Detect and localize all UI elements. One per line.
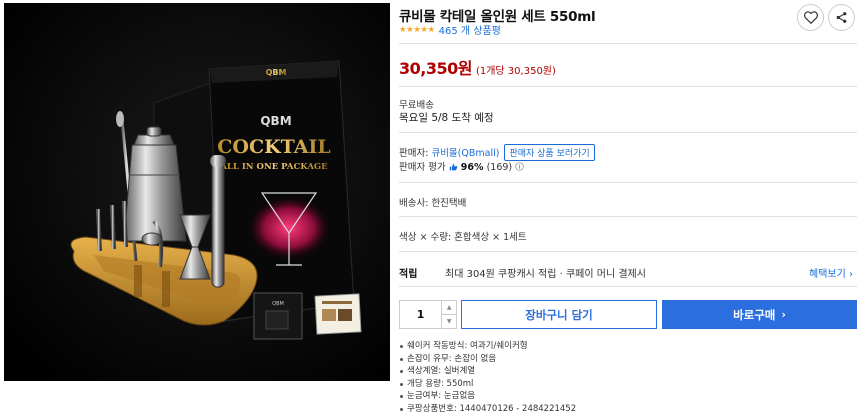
points-label: 적립 xyxy=(399,269,418,280)
chevron-right-icon: › xyxy=(781,308,786,321)
divider xyxy=(399,43,857,44)
spec-item: 손잡이 유무: 손잡이 없음 xyxy=(399,353,576,366)
rating-row: ★★★★★ 465 개 상품평 xyxy=(399,22,501,38)
shipping-type: 무료배송 xyxy=(399,100,434,111)
quantity-stepper[interactable]: 1 ▲ ▼ xyxy=(399,300,457,329)
seller-rating-count: (169) xyxy=(486,162,513,173)
box-title: COCKTAIL xyxy=(217,136,330,158)
seller-name-link[interactable]: 큐비몰(QBmall) xyxy=(431,148,499,159)
price-row: 30,350원 (1개당 30,350원) xyxy=(399,55,556,79)
box-subtitle: ALL IN ONE PACKAGE xyxy=(219,162,328,172)
spec-item: 쉐이커 작동방식: 여과기/쉐이커형 xyxy=(399,340,576,353)
divider xyxy=(399,251,857,252)
spec-item: 눈금여부: 눈금없음 xyxy=(399,390,576,403)
buy-now-label: 바로구매 xyxy=(733,307,776,322)
benefit-link[interactable]: 혜택보기 › xyxy=(809,265,853,280)
delivery-company: 배송사: 한진택배 xyxy=(399,198,467,209)
spec-list: 쉐이커 작동방식: 여과기/쉐이커형 손잡이 유무: 손잡이 없음 색상계열: … xyxy=(399,340,576,415)
points-text: 최대 304원 쿠팡캐시 적립 · 쿠페이 머니 결제시 xyxy=(445,269,646,280)
pouch: QBM xyxy=(253,292,303,340)
divider xyxy=(399,286,857,287)
product-info-panel: 큐비몰 칵테일 올인원 세트 550ml ★★★★★ 465 개 상품평 30,… xyxy=(399,0,860,418)
share-button[interactable] xyxy=(828,4,855,31)
quantity-down-button[interactable]: ▼ xyxy=(442,314,456,328)
product-image[interactable]: QBM QBM COCKTAIL ALL IN ONE PACKAGE QBM xyxy=(4,3,390,381)
add-to-cart-label: 장바구니 담기 xyxy=(525,307,593,322)
seller-rating-percent: 96% xyxy=(460,162,484,173)
divider xyxy=(399,86,857,87)
box-top-brand: QBM xyxy=(266,68,287,77)
heart-icon xyxy=(803,11,818,24)
spec-item: 색상계열: 실버계열 xyxy=(399,365,576,378)
arrival-date: 목요일 5/8 도착 예정 xyxy=(399,112,494,124)
sale-price: 30,350원 xyxy=(399,59,472,78)
unit-price: (1개당 30,350원) xyxy=(475,66,556,77)
seller-rating-label: 판매자 평가 xyxy=(399,162,449,173)
pouch-label: QBM xyxy=(272,301,284,307)
divider xyxy=(399,132,857,133)
star-rating-icon: ★★★★★ xyxy=(399,24,435,35)
info-icon[interactable] xyxy=(515,162,524,171)
share-icon xyxy=(836,12,847,23)
instruction-card xyxy=(314,293,362,335)
review-count-link[interactable]: 465 개 상품평 xyxy=(439,22,501,37)
thumbs-up-icon xyxy=(449,163,458,171)
seller-label: 판매자: xyxy=(399,148,432,159)
quantity-up-button[interactable]: ▲ xyxy=(442,301,456,314)
cocktail-set-photo: QBM QBM COCKTAIL ALL IN ONE PACKAGE QBM xyxy=(4,3,390,381)
add-to-cart-button[interactable]: 장바구니 담기 xyxy=(461,300,657,329)
quantity-value[interactable]: 1 xyxy=(400,301,441,328)
buy-now-button[interactable]: 바로구매 › xyxy=(662,300,857,329)
spec-item: 개당 용량: 550ml xyxy=(399,378,576,391)
wishlist-button[interactable] xyxy=(797,4,824,31)
divider xyxy=(399,216,857,217)
box-brand: QBM xyxy=(260,114,291,128)
spec-item: 쿠팡상품번호: 1440470126 - 2484221452 xyxy=(399,403,576,416)
seller-rating-row: 판매자 평가 96% (169) xyxy=(399,159,524,173)
divider xyxy=(399,182,857,183)
selected-option: 색상 × 수량: 혼합색상 × 1세트 xyxy=(399,232,527,243)
points-row: 적립 최대 304원 쿠팡캐시 적립 · 쿠페이 머니 결제시 혜택보기 › xyxy=(399,265,857,280)
